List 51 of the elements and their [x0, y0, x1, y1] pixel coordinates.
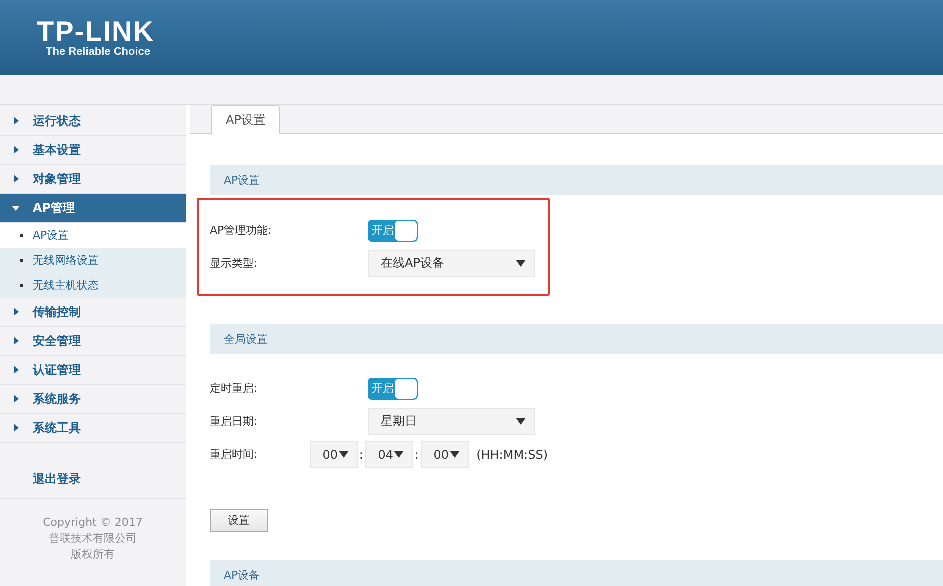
- toggle-switch[interactable]: 开启: [368, 378, 418, 400]
- copyright-text: 版权所有: [70, 547, 116, 563]
- set-button[interactable]: 设置: [210, 509, 268, 532]
- dropdown-arrow-icon: [338, 451, 349, 458]
- nav-item[interactable]: 系统工具: [0, 414, 186, 443]
- caret-right-icon: [12, 146, 20, 154]
- caret-right-icon: [12, 424, 20, 432]
- copyright-text: 普联技术有限公司: [48, 531, 138, 547]
- format-hint: (HH:MM:SS): [476, 448, 548, 462]
- dropdown[interactable]: 00: [420, 441, 469, 468]
- section-header: AP设置: [210, 165, 943, 195]
- section-header: AP设备: [210, 560, 943, 586]
- nav-subitem[interactable]: 无线网络设置: [0, 248, 186, 273]
- field-label: 重启日期:: [210, 414, 259, 429]
- dropdown[interactable]: 04: [365, 441, 414, 468]
- caret-down-icon: [12, 204, 20, 212]
- nav-item[interactable]: 基本设置: [0, 136, 186, 165]
- nav-item[interactable]: 系统服务: [0, 385, 186, 414]
- logo: TP-LINK: [37, 18, 154, 46]
- time-separator: :: [414, 448, 420, 462]
- dropdown-arrow-icon: [450, 451, 460, 458]
- tagline: The Reliable Choice: [45, 46, 152, 58]
- copyright-text: Copyright © 2017: [42, 515, 144, 531]
- nav-item[interactable]: 认证管理: [0, 356, 186, 385]
- nav-item[interactable]: AP管理: [0, 194, 186, 223]
- section-header: 全局设置: [210, 324, 943, 354]
- nav-item[interactable]: 传输控制: [0, 298, 186, 327]
- caret-right-icon: [12, 117, 20, 125]
- tab[interactable]: AP设置: [211, 105, 280, 134]
- field-label: 定时重启:: [210, 381, 259, 396]
- time-separator: :: [358, 448, 364, 462]
- toggle-switch[interactable]: 开启: [368, 220, 418, 242]
- caret-right-icon: [12, 366, 20, 374]
- nav-item[interactable]: 运行状态: [0, 107, 186, 136]
- nav-item[interactable]: 安全管理: [0, 327, 186, 356]
- nav-subitem[interactable]: AP设置: [0, 223, 186, 248]
- caret-right-icon: [12, 175, 20, 183]
- caret-right-icon: [12, 395, 20, 403]
- nav-subitem[interactable]: 无线主机状态: [0, 273, 186, 298]
- field-label: 显示类型:: [210, 256, 259, 271]
- caret-right-icon: [12, 308, 20, 316]
- dropdown[interactable]: 星期日: [368, 408, 535, 435]
- dropdown-arrow-icon: [394, 451, 404, 458]
- dropdown-arrow-icon: [516, 418, 526, 425]
- dropdown[interactable]: 在线AP设备: [368, 250, 535, 277]
- dropdown[interactable]: 00: [310, 441, 358, 468]
- field-label: AP管理功能:: [210, 223, 273, 238]
- field-label: 重启时间:: [210, 447, 259, 462]
- caret-right-icon: [12, 337, 20, 345]
- logout-link[interactable]: 退出登录: [0, 471, 186, 499]
- dropdown-arrow-icon: [516, 260, 526, 267]
